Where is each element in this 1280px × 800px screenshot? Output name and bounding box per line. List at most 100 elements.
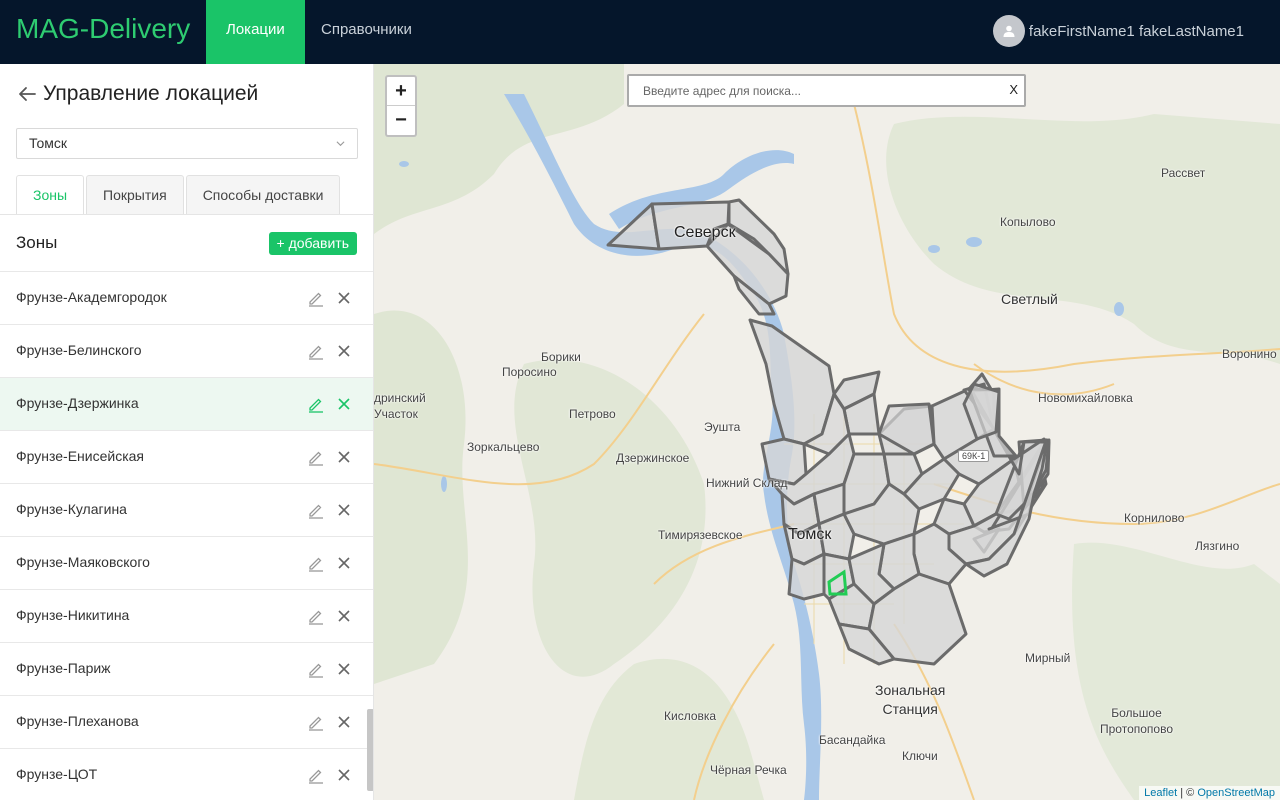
nav-directories[interactable]: Справочники bbox=[301, 0, 432, 64]
edit-icon[interactable] bbox=[307, 554, 325, 572]
leaflet-link[interactable]: Leaflet bbox=[1144, 787, 1177, 799]
place-label: Рассвет bbox=[1161, 166, 1206, 180]
edit-icon[interactable] bbox=[307, 501, 325, 519]
zone-name: Фрунзе-ЦОТ bbox=[16, 766, 98, 782]
zone-list-item[interactable]: Фрунзе-Париж bbox=[0, 642, 373, 695]
place-label: Чёрная Речка bbox=[710, 763, 787, 777]
map-tiles bbox=[374, 64, 1280, 800]
address-search-input[interactable] bbox=[643, 81, 993, 101]
delete-icon[interactable] bbox=[337, 768, 351, 782]
zone-list-item[interactable]: Фрунзе-Маяковского bbox=[0, 536, 373, 589]
user-name: fakeFirstName1 fakeLastName1 bbox=[1028, 22, 1244, 40]
place-label: Воронино bbox=[1222, 347, 1277, 361]
zone-list-item[interactable]: Фрунзе-Белинского bbox=[0, 324, 373, 377]
place-label: Поросино bbox=[502, 365, 557, 379]
clear-search-button[interactable]: X bbox=[1009, 82, 1018, 97]
tab-coverage[interactable]: Покрытия bbox=[86, 175, 184, 215]
edit-icon[interactable] bbox=[307, 766, 325, 784]
zone-list-item[interactable]: Фрунзе-Кулагина bbox=[0, 483, 373, 536]
delete-icon[interactable] bbox=[337, 291, 351, 305]
tab-zones[interactable]: Зоны bbox=[16, 175, 85, 215]
delete-icon[interactable] bbox=[337, 662, 351, 676]
page-title: Управление локацией bbox=[43, 82, 259, 105]
place-label: Нижний Склад bbox=[706, 476, 788, 490]
delete-icon[interactable] bbox=[337, 397, 351, 411]
place-label: Борики bbox=[541, 350, 581, 364]
edit-icon[interactable] bbox=[307, 607, 325, 625]
address-search: X bbox=[627, 74, 1026, 107]
place-label: дринский Участок bbox=[374, 391, 426, 421]
place-label: Северск bbox=[674, 224, 736, 241]
map-attribution: Leaflet | © OpenStreetMap bbox=[1139, 786, 1280, 800]
edit-icon[interactable] bbox=[307, 713, 325, 731]
place-label: Мирный bbox=[1025, 651, 1071, 665]
edit-icon[interactable] bbox=[307, 660, 325, 678]
place-label: Зональная Станция bbox=[875, 682, 946, 717]
zone-name: Фрунзе-Белинского bbox=[16, 342, 142, 358]
zoom-control: + − bbox=[385, 75, 417, 137]
place-label: Петрово bbox=[569, 407, 616, 421]
delete-icon[interactable] bbox=[337, 556, 351, 570]
zone-list-item[interactable]: Фрунзе-Енисейская bbox=[0, 430, 373, 483]
delete-icon[interactable] bbox=[337, 715, 351, 729]
place-label: Зоркальцево bbox=[467, 440, 540, 454]
zone-list-item[interactable]: Фрунзе-Академгородок bbox=[0, 271, 373, 324]
zone-name: Фрунзе-Академгородок bbox=[16, 289, 167, 305]
zoom-in-button[interactable]: + bbox=[387, 77, 415, 106]
place-label: Кисловка bbox=[664, 709, 717, 723]
place-label: Ключи bbox=[902, 749, 938, 763]
zone-name: Фрунзе-Енисейская bbox=[16, 448, 145, 464]
zone-list-item[interactable]: Фрунзе-Дзержинка bbox=[0, 377, 373, 430]
chevron-down-icon bbox=[336, 141, 345, 147]
zone-name: Фрунзе-Кулагина bbox=[16, 501, 127, 517]
place-label: Эушта bbox=[704, 420, 741, 434]
location-tabs: Зоны Покрытия Способы доставки bbox=[16, 175, 342, 215]
top-navbar: MAG-Delivery Локации Справочники fakeFir… bbox=[0, 0, 1280, 64]
edit-icon[interactable] bbox=[307, 289, 325, 307]
place-label: Корнилово bbox=[1124, 511, 1185, 525]
place-label: Большое Протопопово bbox=[1100, 706, 1174, 736]
delete-icon[interactable] bbox=[337, 503, 351, 517]
user-menu[interactable]: fakeFirstName1 fakeLastName1 bbox=[992, 15, 1244, 47]
zone-list-item[interactable]: Фрунзе-ЦОТ bbox=[0, 748, 373, 800]
app-logo[interactable]: MAG-Delivery bbox=[16, 13, 190, 45]
city-select[interactable]: Томск bbox=[16, 128, 358, 159]
add-zone-button[interactable]: + добавить bbox=[268, 232, 357, 255]
place-label: Томск bbox=[788, 526, 832, 543]
edit-icon[interactable] bbox=[307, 342, 325, 360]
zone-name: Фрунзе-Маяковского bbox=[16, 554, 150, 570]
zones-heading: Зоны bbox=[16, 233, 58, 252]
zoom-out-button[interactable]: − bbox=[387, 106, 415, 135]
edit-icon[interactable] bbox=[307, 395, 325, 413]
place-label: Басандайка bbox=[819, 733, 886, 747]
sidebar: Управление локацией Томск Зоны Покрытия … bbox=[0, 64, 374, 800]
osm-link[interactable]: OpenStreetMap bbox=[1197, 787, 1275, 799]
place-label: Копылово bbox=[1000, 215, 1056, 229]
zone-name: Фрунзе-Дзержинка bbox=[16, 395, 139, 411]
place-label: Светлый bbox=[1001, 291, 1058, 307]
map[interactable]: + − X Северск Томск Рассвет Копылово Све… bbox=[374, 64, 1280, 800]
delete-icon[interactable] bbox=[337, 609, 351, 623]
nav-locations[interactable]: Локации bbox=[206, 0, 305, 64]
place-label: Новомихайловка bbox=[1038, 391, 1133, 405]
sidebar-header: Управление локацией bbox=[16, 82, 258, 106]
tab-delivery-methods[interactable]: Способы доставки bbox=[185, 175, 341, 215]
tabs-divider bbox=[0, 214, 373, 215]
zone-name: Фрунзе-Плеханова bbox=[16, 713, 139, 729]
delete-icon[interactable] bbox=[337, 344, 351, 358]
avatar bbox=[992, 15, 1025, 47]
city-select-value: Томск bbox=[29, 135, 67, 151]
place-label: Лязгино bbox=[1195, 539, 1240, 553]
delete-icon[interactable] bbox=[337, 450, 351, 464]
zone-list: Фрунзе-Академгородок Фрунзе-Белинского Фру… bbox=[0, 271, 373, 800]
zone-list-item[interactable]: Фрунзе-Плеханова bbox=[0, 695, 373, 748]
edit-icon[interactable] bbox=[307, 448, 325, 466]
road-badge: 69К-1 bbox=[958, 450, 990, 462]
zone-name: Фрунзе-Париж bbox=[16, 660, 111, 676]
user-icon bbox=[1003, 25, 1015, 37]
attribution-separator: | © bbox=[1177, 787, 1198, 799]
place-label: Дзержинское bbox=[616, 451, 690, 465]
back-arrow-icon[interactable] bbox=[16, 83, 38, 105]
scrollbar[interactable] bbox=[367, 709, 373, 791]
zone-list-item[interactable]: Фрунзе-Никитина bbox=[0, 589, 373, 642]
